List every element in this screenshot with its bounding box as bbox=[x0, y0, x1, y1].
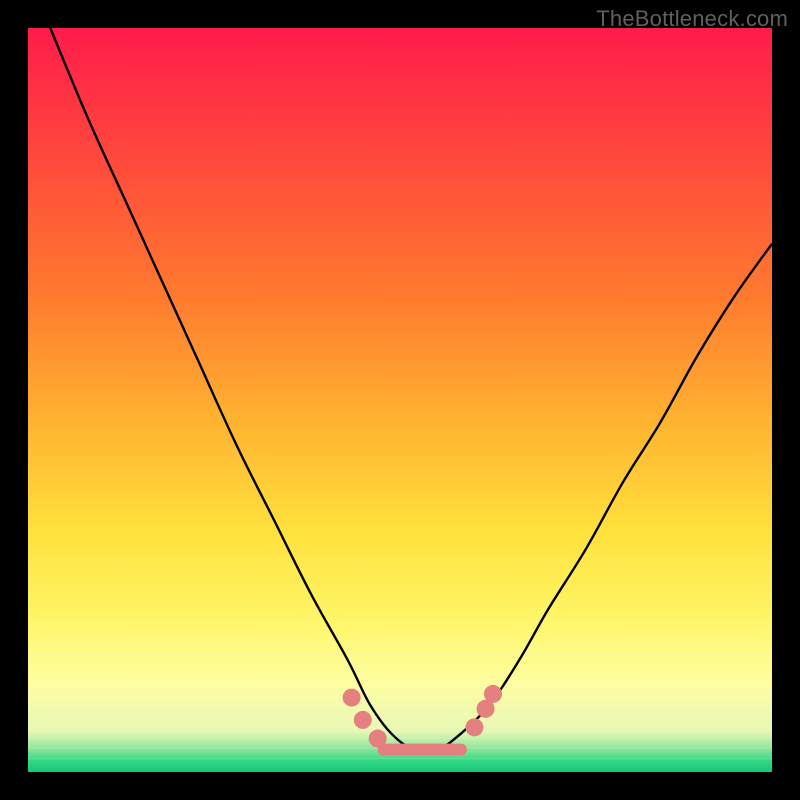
highlight-dot bbox=[369, 730, 387, 748]
highlight-dot bbox=[354, 711, 372, 729]
highlight-dot bbox=[484, 685, 502, 703]
bottleneck-plot bbox=[28, 28, 772, 772]
watermark-text: TheBottleneck.com bbox=[596, 6, 788, 32]
chart-frame bbox=[28, 28, 772, 772]
background-gradient bbox=[28, 28, 772, 772]
highlight-dot bbox=[343, 689, 361, 707]
trough-bar bbox=[378, 744, 467, 756]
highlight-dot bbox=[465, 718, 483, 736]
